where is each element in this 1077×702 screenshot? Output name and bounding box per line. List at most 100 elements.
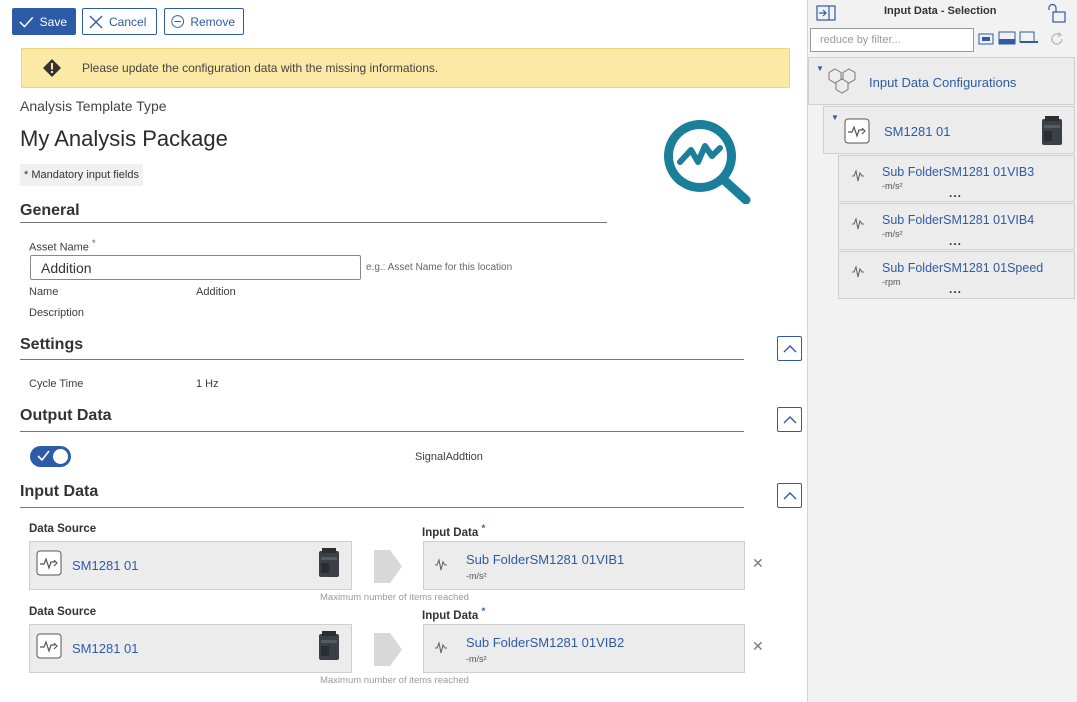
general-section-title: General [20, 202, 80, 219]
signal-icon [844, 118, 870, 149]
device-icon [317, 547, 341, 584]
minus-circle-icon [171, 15, 184, 28]
input-section-title: Input Data [20, 483, 99, 500]
tree-item[interactable]: Sub FolderSM1281 01VIB3 -m/s² ... [838, 155, 1075, 202]
tree-item[interactable]: Sub FolderSM1281 01VIB4 -m/s² ... [838, 203, 1075, 250]
input-data-box[interactable]: Sub FolderSM1281 01VIB1 -m/s² [423, 541, 745, 590]
data-source-label: Data Source [29, 523, 97, 535]
more-button[interactable]: ... [949, 186, 962, 200]
waveform-icon [851, 265, 865, 284]
asset-name-input[interactable]: Addition [30, 255, 361, 280]
caret-down-icon[interactable]: ▼ [816, 64, 824, 73]
signal-icon [36, 633, 62, 664]
device-icon [1040, 115, 1064, 152]
data-source-value[interactable]: SM1281 01 [72, 641, 139, 656]
mandatory-note: * Mandatory input fields [20, 164, 143, 186]
settings-section-title: Settings [20, 336, 84, 353]
tree-item-unit: -m/s² [882, 229, 903, 239]
asset-name-hint: e.g.: Asset Name for this location [366, 262, 513, 273]
close-icon [89, 15, 103, 28]
save-button[interactable]: Save [12, 8, 76, 35]
name-value: Addition [196, 286, 236, 298]
input-data-label: Input Data * [422, 523, 486, 539]
output-collapse-button[interactable] [777, 407, 802, 432]
tree-item-label[interactable]: Sub FolderSM1281 01VIB3 [882, 165, 1034, 179]
remove-label: Remove [190, 14, 235, 29]
device-icon [317, 630, 341, 667]
asset-name-label: Asset Name * [29, 238, 96, 254]
cycle-time-value: 1 Hz [196, 378, 219, 390]
template-type: Analysis Template Type [20, 98, 167, 114]
cycle-time-label: Cycle Time [29, 378, 84, 390]
tree-device-node[interactable]: ▼ SM1281 01 [823, 106, 1075, 154]
input-collapse-button[interactable] [777, 483, 802, 508]
tree-item-unit: -rpm [882, 277, 901, 287]
output-section-title: Output Data [20, 407, 112, 424]
input-data-value[interactable]: Sub FolderSM1281 01VIB2 [466, 635, 624, 650]
waveform-icon [434, 558, 448, 577]
filter-input[interactable]: reduce by filter... [810, 28, 974, 52]
description-label: Description [29, 307, 85, 319]
chevron-up-icon [783, 345, 796, 353]
tree-network-icon [827, 66, 861, 101]
toggle-knob [53, 449, 68, 464]
input-data-label: Input Data * [422, 606, 486, 622]
collapse-panel-icon[interactable] [816, 5, 836, 26]
data-source-box[interactable]: SM1281 01 [29, 541, 352, 590]
analysis-logo-icon [660, 116, 756, 209]
waveform-icon [851, 217, 865, 236]
check-icon [37, 450, 50, 461]
waveform-icon [434, 641, 448, 660]
remove-input-button[interactable]: ✕ [752, 638, 764, 655]
tree-item-label[interactable]: Sub FolderSM1281 01VIB4 [882, 213, 1034, 227]
waveform-icon [851, 169, 865, 188]
tree-item-label[interactable]: Sub FolderSM1281 01Speed [882, 261, 1043, 275]
max-items-note: Maximum number of items reached [320, 675, 469, 686]
input-data-box[interactable]: Sub FolderSM1281 01VIB2 -m/s² [423, 624, 745, 673]
input-data-unit: -m/s² [466, 571, 487, 581]
more-button[interactable]: ... [949, 282, 962, 296]
tree-root-label[interactable]: Input Data Configurations [869, 75, 1016, 90]
tree-device-label[interactable]: SM1281 01 [884, 124, 951, 139]
save-label: Save [39, 14, 67, 29]
refresh-icon[interactable] [1049, 31, 1065, 52]
data-source-box[interactable]: SM1281 01 [29, 624, 352, 673]
arrow-right-icon [374, 633, 402, 666]
tree-item-unit: -m/s² [882, 181, 903, 191]
tree-root-node[interactable]: ▼ Input Data Configurations [808, 57, 1075, 105]
caret-down-icon[interactable]: ▼ [831, 113, 839, 122]
chevron-up-icon [783, 416, 796, 424]
lock-open-icon[interactable] [1048, 3, 1068, 28]
arrow-right-icon [374, 550, 402, 583]
max-items-note: Maximum number of items reached [320, 592, 469, 603]
view-detail-icon[interactable] [998, 31, 1016, 50]
general-divider [20, 222, 607, 223]
input-data-unit: -m/s² [466, 654, 487, 664]
data-source-value[interactable]: SM1281 01 [72, 558, 139, 573]
cancel-button[interactable]: Cancel [82, 8, 157, 35]
name-label: Name [29, 286, 59, 298]
input-divider [20, 507, 744, 508]
output-divider [20, 431, 744, 432]
tree-item[interactable]: Sub FolderSM1281 01Speed -rpm ... [838, 251, 1075, 299]
warning-icon [22, 59, 82, 77]
panel-title: Input Data - Selection [884, 5, 997, 17]
chevron-up-icon [783, 492, 796, 500]
cancel-label: Cancel [109, 14, 147, 29]
warning-text: Please update the configuration data wit… [82, 61, 439, 75]
data-source-label: Data Source [29, 606, 97, 618]
settings-collapse-button[interactable] [777, 336, 802, 361]
signal-toggle[interactable] [30, 446, 71, 467]
input-data-value[interactable]: Sub FolderSM1281 01VIB1 [466, 552, 624, 567]
remove-button[interactable]: Remove [164, 8, 244, 35]
view-panel-icon[interactable] [1019, 31, 1039, 50]
more-button[interactable]: ... [949, 234, 962, 248]
input-selection-panel: Input Data - Selection reduce by filter.… [807, 0, 1077, 702]
check-icon [19, 16, 34, 28]
settings-divider [20, 359, 744, 360]
signal-icon [36, 550, 62, 581]
remove-input-button[interactable]: ✕ [752, 555, 764, 572]
warning-banner: Please update the configuration data wit… [21, 48, 790, 88]
page-title: My Analysis Package [20, 126, 228, 151]
view-list-icon[interactable] [978, 32, 994, 50]
